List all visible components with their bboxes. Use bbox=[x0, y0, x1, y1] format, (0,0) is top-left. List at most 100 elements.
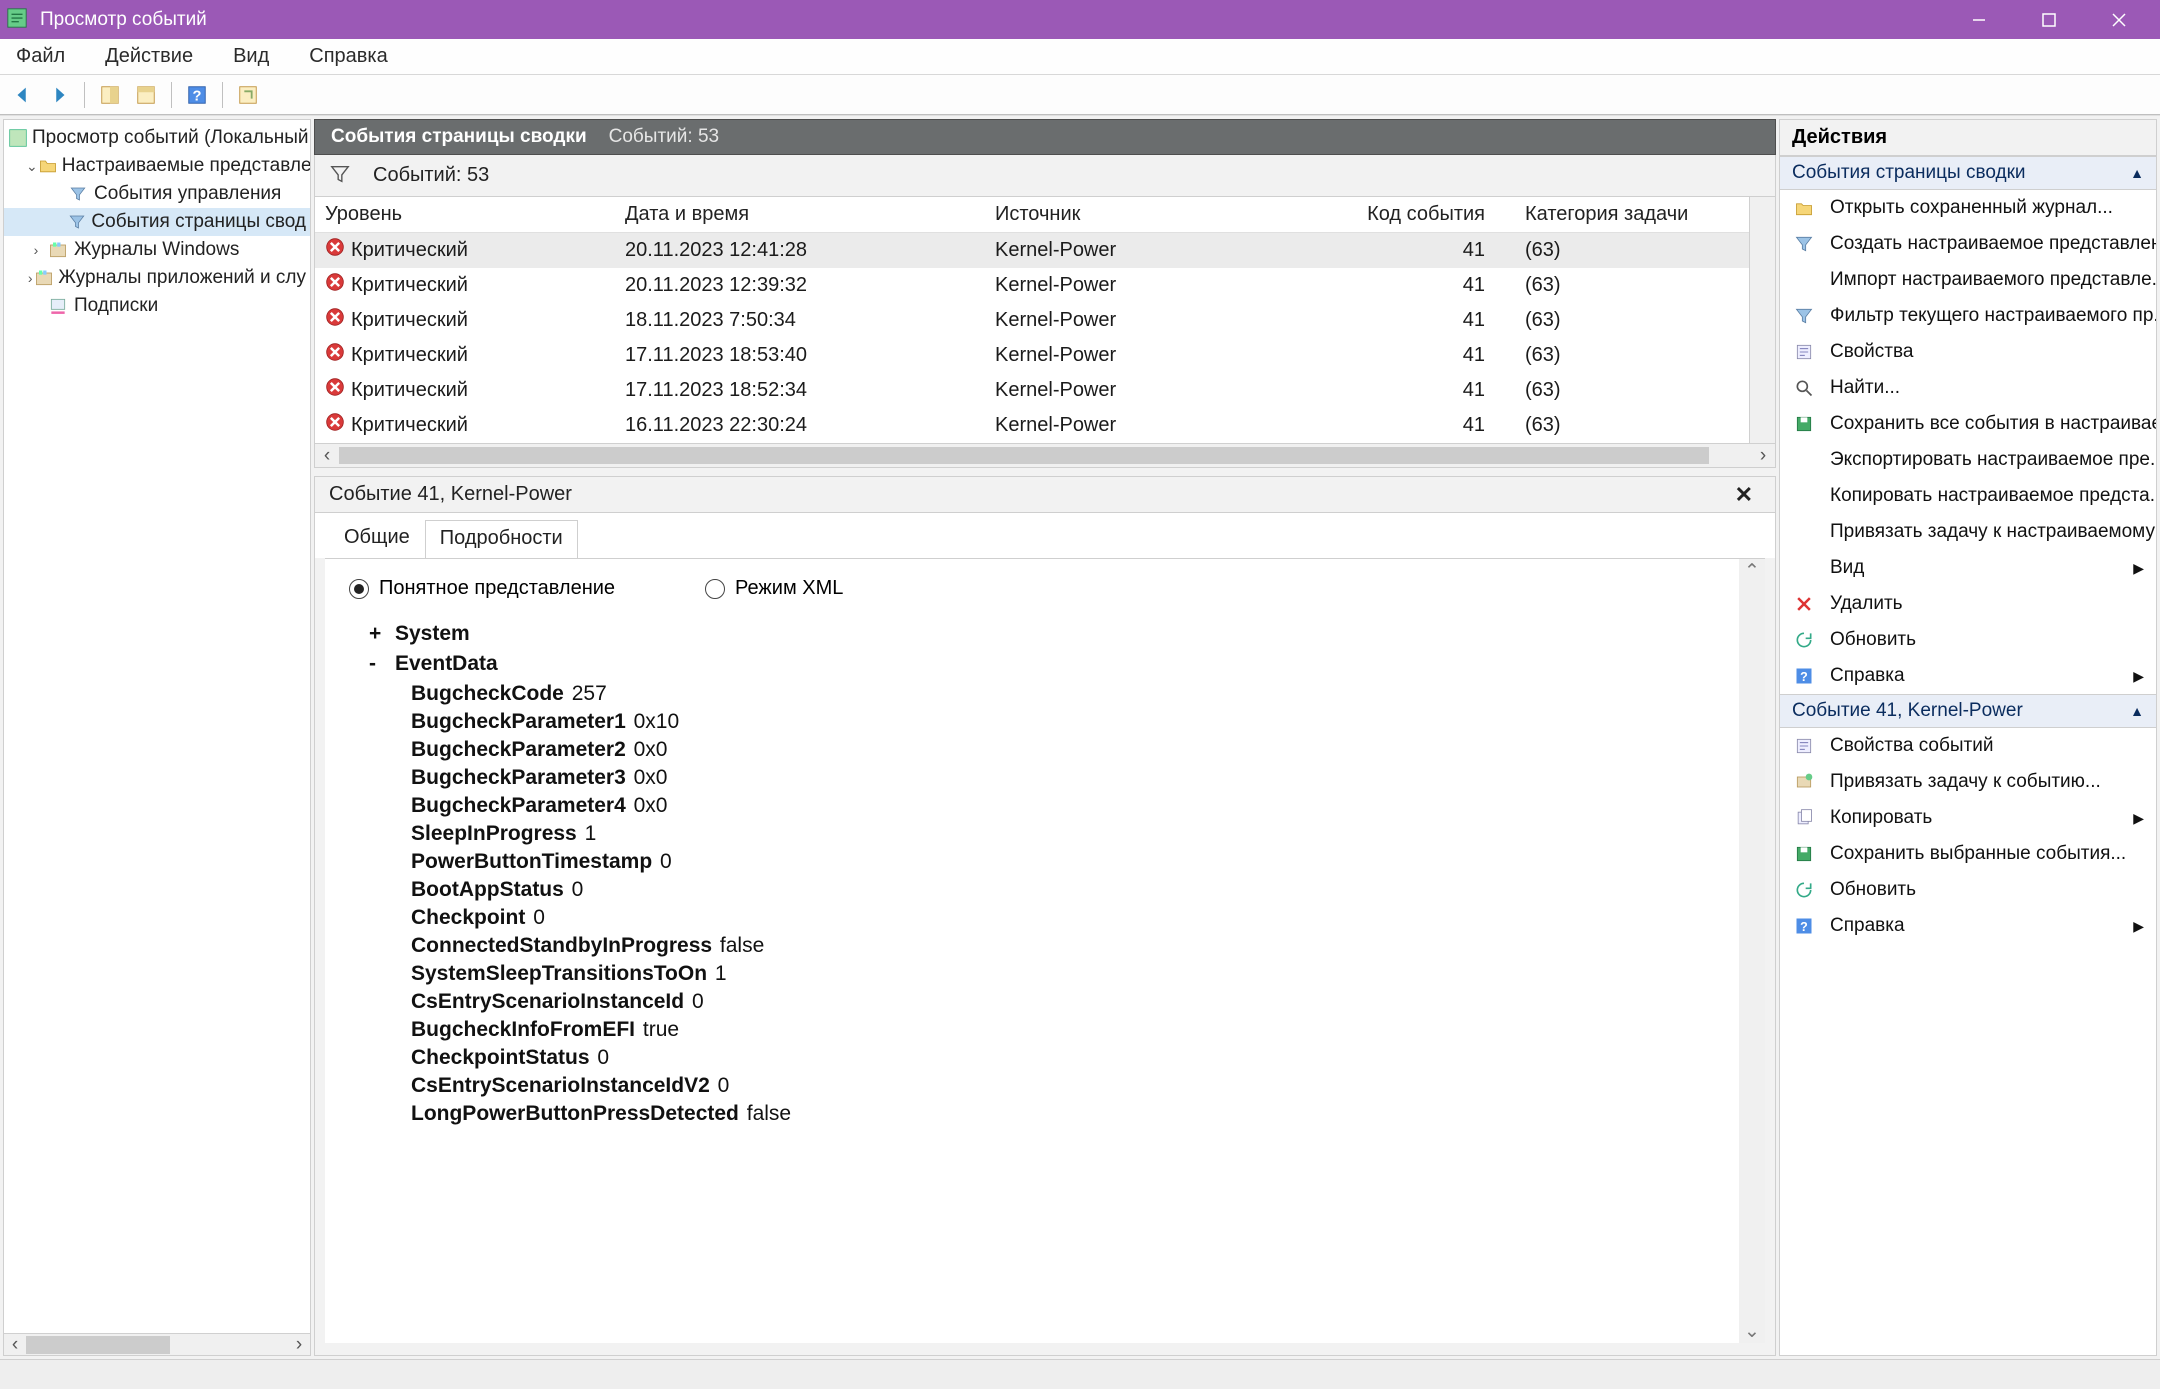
toolbar-refresh-button[interactable] bbox=[233, 80, 263, 110]
expander-icon[interactable]: › bbox=[26, 270, 34, 286]
action-item[interactable]: Удалить bbox=[1780, 586, 2156, 622]
minimize-button[interactable] bbox=[1944, 0, 2014, 39]
maximize-button[interactable] bbox=[2014, 0, 2084, 39]
action-item[interactable]: Привязать задачу к событию... bbox=[1780, 764, 2156, 800]
col-code[interactable]: Код события bbox=[1335, 197, 1515, 233]
event-list-vscrollbar[interactable] bbox=[1749, 197, 1775, 443]
action-item[interactable]: Вид▶ bbox=[1780, 550, 2156, 586]
eventdata-key: BootAppStatus bbox=[411, 878, 564, 901]
level-text: Критический bbox=[351, 309, 468, 332]
scroll-left-icon[interactable]: ‹ bbox=[4, 1334, 26, 1356]
action-item[interactable]: Экспортировать настраиваемое пре... bbox=[1780, 442, 2156, 478]
eventdata-key: BugcheckParameter4 bbox=[411, 794, 626, 817]
source-cell: Kernel-Power bbox=[985, 268, 1335, 303]
detail-header: Событие 41, Kernel-Power ✕ bbox=[315, 477, 1775, 513]
tab-details[interactable]: Подробности bbox=[425, 520, 578, 559]
detail-vscrollbar[interactable]: ⌃ ⌄ bbox=[1739, 559, 1765, 1343]
table-row[interactable]: Критический20.11.2023 12:41:28Kernel-Pow… bbox=[315, 233, 1749, 268]
toolbar-back-button[interactable] bbox=[8, 80, 38, 110]
toolbar-forward-button[interactable] bbox=[44, 80, 74, 110]
tree-windows-logs[interactable]: › Журналы Windows bbox=[4, 236, 310, 264]
menu-action[interactable]: Действие bbox=[99, 41, 199, 72]
action-item[interactable]: Копировать настраиваемое предста... bbox=[1780, 478, 2156, 514]
action-item[interactable]: Привязать задачу к настраиваемому ... bbox=[1780, 514, 2156, 550]
table-row[interactable]: Критический20.11.2023 12:39:32Kernel-Pow… bbox=[315, 268, 1749, 303]
eventdata-item: CheckpointStatus 0 bbox=[411, 1046, 1745, 1070]
action-label: Привязать задачу к настраиваемому ... bbox=[1830, 521, 2156, 543]
event-list-hscrollbar[interactable]: ‹ › bbox=[315, 443, 1775, 467]
toolbar-help-button[interactable]: ? bbox=[182, 80, 212, 110]
radio-friendly-view[interactable]: Понятное представление bbox=[349, 577, 615, 600]
tree-label: Подписки bbox=[74, 295, 158, 317]
eventdata-value: 1 bbox=[715, 962, 727, 985]
action-item[interactable]: Открыть сохраненный журнал... bbox=[1780, 190, 2156, 226]
scroll-down-icon[interactable]: ⌄ bbox=[1739, 1319, 1765, 1343]
tree-subscriptions[interactable]: Подписки bbox=[4, 292, 310, 320]
close-button[interactable] bbox=[2084, 0, 2154, 39]
tree-custom-views[interactable]: ⌄ Настраиваемые представлен bbox=[4, 152, 310, 180]
scroll-left-icon[interactable]: ‹ bbox=[315, 444, 339, 467]
menu-view[interactable]: Вид bbox=[227, 41, 275, 72]
table-row[interactable]: Критический16.11.2023 22:30:24Kernel-Pow… bbox=[315, 408, 1749, 443]
detail-close-button[interactable]: ✕ bbox=[1727, 480, 1761, 510]
action-item[interactable]: Фильтр текущего настраиваемого пр... bbox=[1780, 298, 2156, 334]
eventdata-node[interactable]: -EventData bbox=[369, 652, 1745, 676]
source-cell: Kernel-Power bbox=[985, 303, 1335, 338]
action-icon bbox=[1792, 520, 1816, 544]
actions-section-header-2[interactable]: Событие 41, Kernel-Power▲ bbox=[1780, 694, 2156, 728]
system-node[interactable]: +System bbox=[369, 622, 1745, 646]
datetime-cell: 17.11.2023 18:52:34 bbox=[615, 373, 985, 408]
event-list-table: Уровень Дата и время Источник Код событи… bbox=[315, 197, 1749, 443]
radio-xml-view[interactable]: Режим XML bbox=[705, 577, 843, 600]
scroll-right-icon[interactable]: › bbox=[1751, 444, 1775, 467]
statusbar bbox=[0, 1359, 2160, 1389]
radio-icon bbox=[349, 579, 369, 599]
action-label: Сохранить все события в настраивае... bbox=[1830, 413, 2156, 435]
action-item[interactable]: Копировать▶ bbox=[1780, 800, 2156, 836]
scroll-right-icon[interactable]: › bbox=[288, 1334, 310, 1356]
toolbar-separator bbox=[222, 82, 223, 108]
action-item[interactable]: Импорт настраиваемого представле... bbox=[1780, 262, 2156, 298]
tree-root[interactable]: Просмотр событий (Локальный bbox=[4, 124, 310, 152]
action-item[interactable]: ?Справка▶ bbox=[1780, 658, 2156, 694]
action-item[interactable]: ?Справка▶ bbox=[1780, 908, 2156, 944]
code-cell: 41 bbox=[1335, 373, 1515, 408]
table-row[interactable]: Критический18.11.2023 7:50:34Kernel-Powe… bbox=[315, 303, 1749, 338]
action-label: Копировать bbox=[1830, 807, 1932, 829]
toolbar-show-action-pane-button[interactable] bbox=[95, 80, 125, 110]
actions-section-header-1[interactable]: События страницы сводки▲ bbox=[1780, 156, 2156, 190]
menu-help[interactable]: Справка bbox=[303, 41, 393, 72]
menu-file[interactable]: Файл bbox=[10, 41, 71, 72]
action-item[interactable]: Свойства событий bbox=[1780, 728, 2156, 764]
toolbar-properties-button[interactable] bbox=[131, 80, 161, 110]
action-item[interactable]: Найти... bbox=[1780, 370, 2156, 406]
col-datetime[interactable]: Дата и время bbox=[615, 197, 985, 233]
filter-bar: Событий: 53 bbox=[314, 155, 1776, 197]
tab-general[interactable]: Общие bbox=[329, 519, 425, 558]
folder-icon bbox=[38, 154, 58, 178]
action-item[interactable]: Обновить bbox=[1780, 622, 2156, 658]
eventdata-key: SleepInProgress bbox=[411, 822, 577, 845]
tree-hscrollbar[interactable]: ‹ › bbox=[4, 1333, 310, 1355]
action-item[interactable]: Свойства bbox=[1780, 334, 2156, 370]
action-item[interactable]: Создать настраиваемое представлен... bbox=[1780, 226, 2156, 262]
expander-icon[interactable]: ⌄ bbox=[26, 158, 38, 175]
table-row[interactable]: Критический17.11.2023 18:53:40Kernel-Pow… bbox=[315, 338, 1749, 373]
tree-app-logs[interactable]: › Журналы приложений и слу bbox=[4, 264, 310, 292]
col-source[interactable]: Источник bbox=[985, 197, 1335, 233]
scroll-up-icon[interactable]: ⌃ bbox=[1739, 559, 1765, 583]
col-level[interactable]: Уровень bbox=[315, 197, 615, 233]
table-row[interactable]: Критический17.11.2023 18:52:34Kernel-Pow… bbox=[315, 373, 1749, 408]
expander-icon[interactable]: › bbox=[26, 242, 46, 258]
category-cell: (63) bbox=[1515, 268, 1749, 303]
action-item[interactable]: Сохранить выбранные события... bbox=[1780, 836, 2156, 872]
action-item[interactable]: Сохранить все события в настраивае... bbox=[1780, 406, 2156, 442]
actions-pane: Действия События страницы сводки▲ Открыт… bbox=[1779, 119, 2157, 1356]
action-item[interactable]: Обновить bbox=[1780, 872, 2156, 908]
col-category[interactable]: Категория задачи bbox=[1515, 197, 1749, 233]
eventdata-value: 0x0 bbox=[634, 766, 668, 789]
eventdata-key: BugcheckParameter2 bbox=[411, 738, 626, 761]
tree-admin-events[interactable]: События управления bbox=[4, 180, 310, 208]
tree-summary-events[interactable]: События страницы свод bbox=[4, 208, 310, 236]
critical-icon bbox=[325, 272, 345, 298]
